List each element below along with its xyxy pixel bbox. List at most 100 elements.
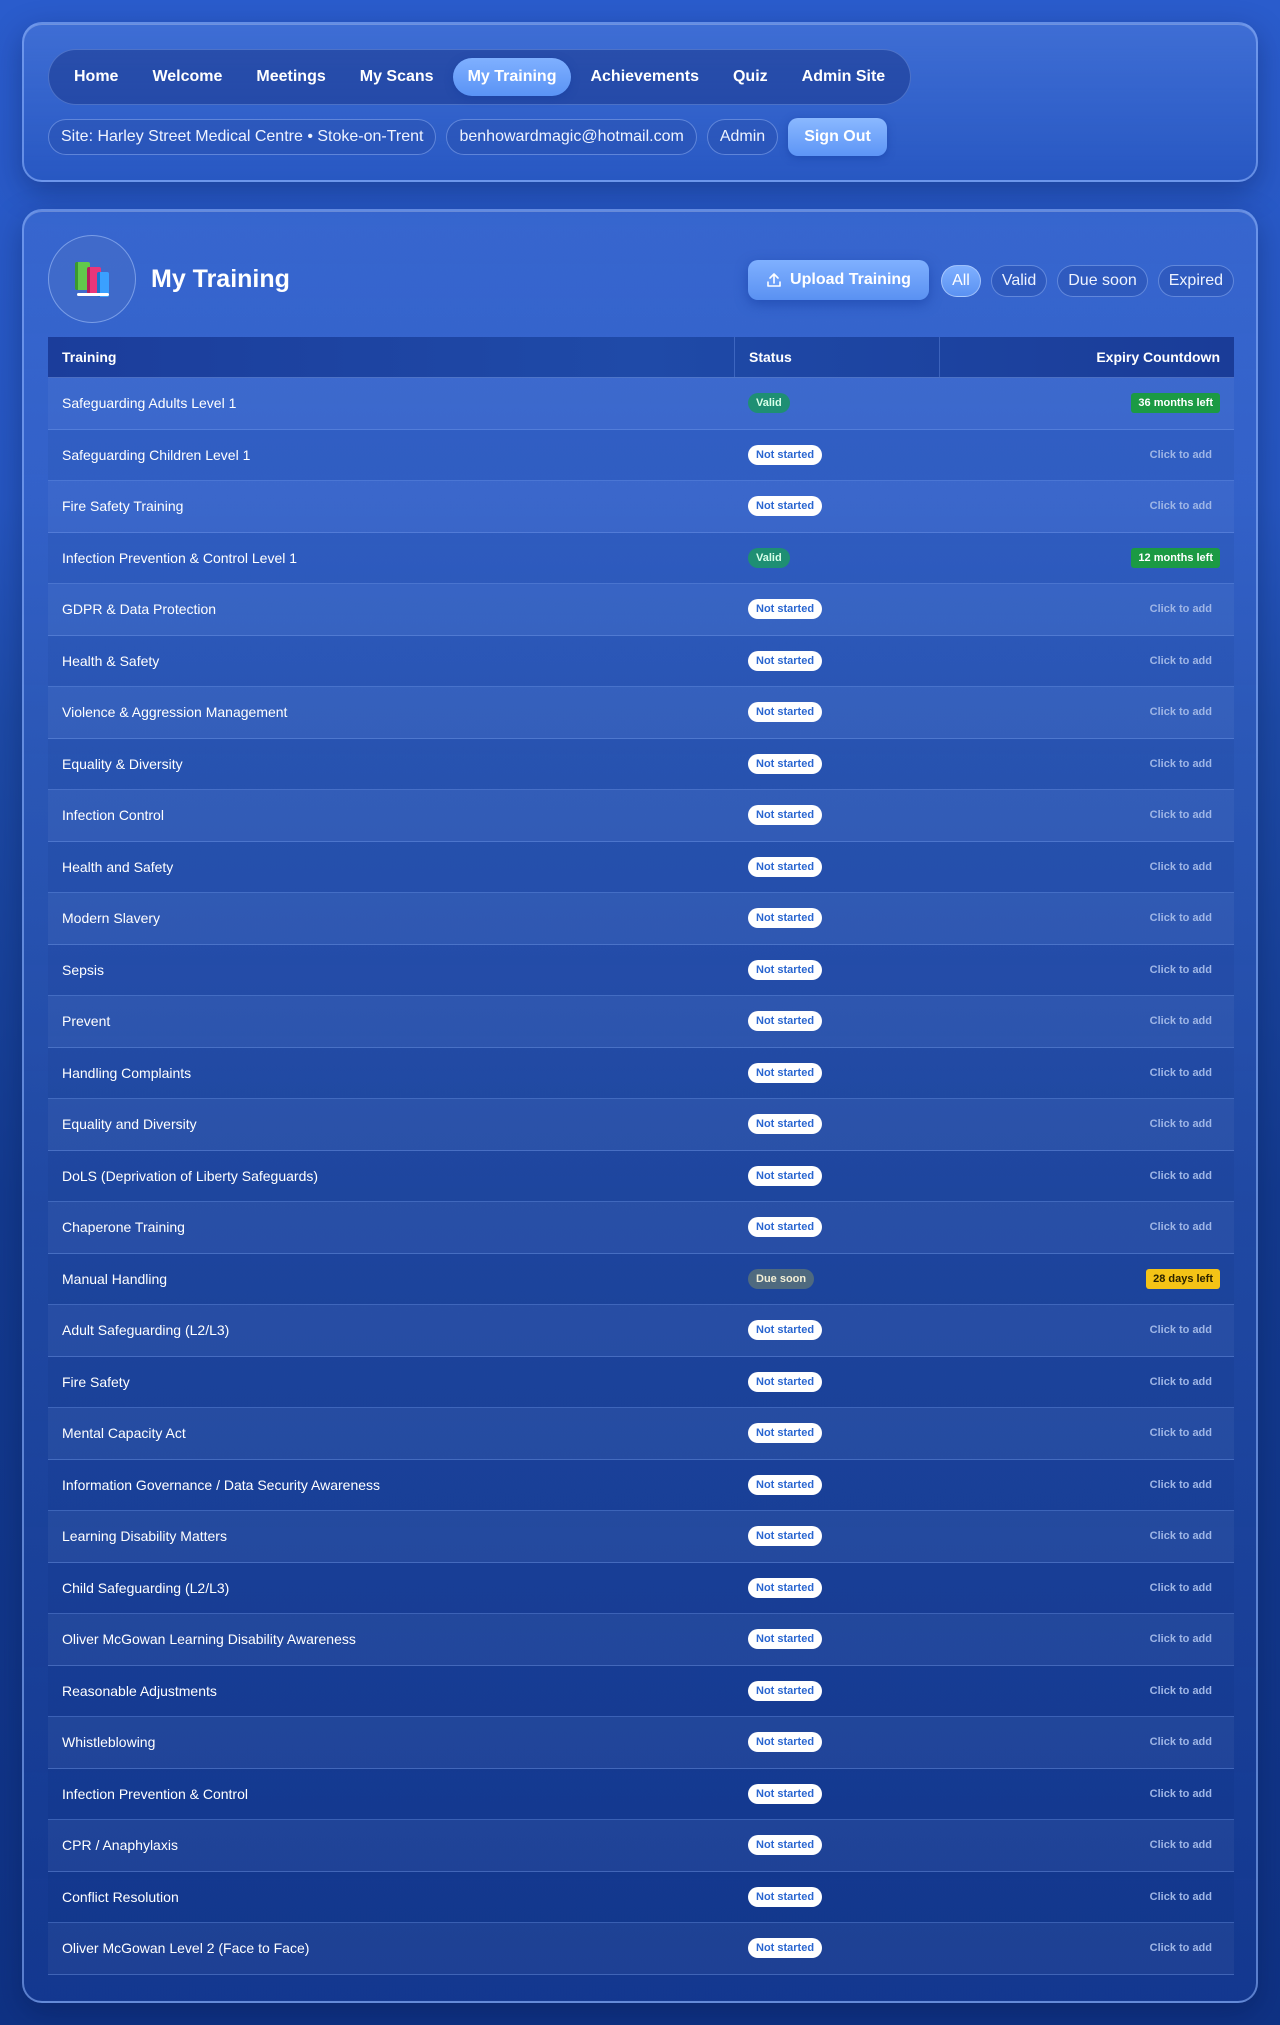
nav-achievements[interactable]: Achievements [575,58,714,96]
table-row[interactable]: Whistleblowing Not started Click to add [48,1717,1234,1769]
click-to-add-link[interactable]: Click to add [1150,1118,1220,1130]
sign-out-button[interactable]: Sign Out [788,118,887,156]
table-row[interactable]: Conflict Resolution Not started Click to a… [48,1871,1234,1923]
status-badge: Not started [748,908,823,929]
nav-my-scans[interactable]: My Scans [345,58,449,96]
expiry-cell: Click to add [940,1614,1234,1665]
table-row[interactable]: Violence & Aggression Management Not star… [48,687,1234,739]
status-badge: Not started [748,1474,823,1495]
status-cell: Not started [734,790,940,841]
click-to-add-link[interactable]: Click to add [1150,912,1220,924]
table-row[interactable]: Information Governance / Data Security A… [48,1459,1234,1511]
status-badge: Not started [748,1062,823,1083]
table-row[interactable]: Learning Disability Matters Not started Cl… [48,1511,1234,1563]
training-name: Prevent [62,1013,111,1030]
click-to-add-link[interactable]: Click to add [1150,1736,1220,1748]
table-row[interactable]: Oliver McGowan Level 2 (Face to Face) Not… [48,1923,1234,1975]
table-row[interactable]: Modern Slavery Not started Click to add [48,893,1234,945]
table-row[interactable]: Health and Safety Not started Click to add [48,841,1234,893]
table-row[interactable]: Child Safeguarding (L2/L3) Not started Cli… [48,1562,1234,1614]
status-cell: Not started [734,687,940,738]
table-row[interactable]: Equality and Diversity Not started Click t… [48,1099,1234,1151]
table-row[interactable]: Safeguarding Children Level 1 Not started… [48,429,1234,481]
table-row[interactable]: GDPR & Data Protection Not started Click t… [48,584,1234,636]
click-to-add-link[interactable]: Click to add [1150,964,1220,976]
table-row[interactable]: CPR / Anaphylaxis Not started Click to add [48,1820,1234,1872]
filter-valid[interactable]: Valid [990,265,1048,297]
click-to-add-link[interactable]: Click to add [1150,1685,1220,1697]
table-row[interactable]: Sepsis Not started Click to add [48,944,1234,996]
expiry-countdown-badge: 36 months left [1131,393,1220,414]
table-row[interactable]: DoLS (Deprivation of Liberty Safeguards)… [48,1150,1234,1202]
click-to-add-link[interactable]: Click to add [1150,1530,1220,1542]
table-header: Training Status Expiry Countdown [48,337,1234,378]
training-name: Child Safeguarding (L2/L3) [62,1579,230,1596]
table-row[interactable]: Safeguarding Adults Level 1 Valid 36 month… [48,378,1234,430]
click-to-add-link[interactable]: Click to add [1150,1479,1220,1491]
expiry-cell: 28 days left [940,1254,1234,1305]
filter-due-soon[interactable]: Due soon [1057,265,1148,297]
status-badge: Valid [748,547,790,568]
click-to-add-link[interactable]: Click to add [1150,809,1220,821]
status-cell: Valid [734,378,940,429]
training-name: Mental Capacity Act [62,1425,186,1442]
table-row[interactable]: Mental Capacity Act Not started Click to a… [48,1408,1234,1460]
status-cell: Not started [734,1202,940,1253]
expiry-cell: Click to add [940,1048,1234,1099]
table-row[interactable]: Fire Safety Training Not started Click to … [48,481,1234,533]
table-row[interactable]: Health & Safety Not started Click to add [48,635,1234,687]
click-to-add-link[interactable]: Click to add [1150,706,1220,718]
click-to-add-link[interactable]: Click to add [1150,1221,1220,1233]
column-header-training[interactable]: Training [48,337,734,377]
status-badge: Not started [748,599,823,620]
click-to-add-link[interactable]: Click to add [1150,1376,1220,1388]
table-row[interactable]: Adult Safeguarding (L2/L3) Not started Cli… [48,1305,1234,1357]
status-badge: Not started [748,1320,823,1341]
column-header-status[interactable]: Status [734,337,940,377]
click-to-add-link[interactable]: Click to add [1150,758,1220,770]
table-row[interactable]: Prevent Not started Click to add [48,996,1234,1048]
click-to-add-link[interactable]: Click to add [1150,1891,1220,1903]
click-to-add-link[interactable]: Click to add [1150,1839,1220,1851]
table-row[interactable]: Infection Prevention & Control Level 1 Va… [48,532,1234,584]
click-to-add-link[interactable]: Click to add [1150,1633,1220,1645]
click-to-add-link[interactable]: Click to add [1150,1067,1220,1079]
nav-my-training[interactable]: My Training [452,58,572,96]
training-name: Infection Prevention & Control Level 1 [62,549,298,566]
filter-expired[interactable]: Expired [1157,265,1234,297]
status-cell: Not started [734,1460,940,1511]
upload-training-button[interactable]: Upload Training [748,260,929,300]
table-row[interactable]: Infection Prevention & Control Not starte… [48,1768,1234,1820]
nav-welcome[interactable]: Welcome [137,58,237,96]
table-row[interactable]: Fire Safety Not started Click to add [48,1356,1234,1408]
table-row[interactable]: Reasonable Adjustments Not started Click t… [48,1665,1234,1717]
click-to-add-link[interactable]: Click to add [1150,603,1220,615]
table-row[interactable]: Handling Complaints Not started Click to a… [48,1047,1234,1099]
click-to-add-link[interactable]: Click to add [1150,1324,1220,1336]
table-row[interactable]: Oliver McGowan Learning Disability Aware… [48,1614,1234,1666]
table-row[interactable]: Infection Control Not started Click to add [48,790,1234,842]
click-to-add-link[interactable]: Click to add [1150,1942,1220,1954]
nav-quiz[interactable]: Quiz [718,58,783,96]
click-to-add-link[interactable]: Click to add [1150,1170,1220,1182]
filter-all[interactable]: All [941,265,981,297]
table-row[interactable]: Chaperone Training Not started Click to ad… [48,1202,1234,1254]
table-row[interactable]: Equality & Diversity Not started Click to … [48,738,1234,790]
nav-home[interactable]: Home [59,58,133,96]
nav-admin-site[interactable]: Admin Site [787,58,901,96]
click-to-add-link[interactable]: Click to add [1150,500,1220,512]
click-to-add-link[interactable]: Click to add [1150,1582,1220,1594]
status-cell: Not started [734,842,940,893]
click-to-add-link[interactable]: Click to add [1150,861,1220,873]
table-row[interactable]: Manual Handling Due soon 28 days left [48,1253,1234,1305]
click-to-add-link[interactable]: Click to add [1150,1427,1220,1439]
nav-meetings[interactable]: Meetings [241,58,340,96]
expiry-cell: Click to add [940,481,1234,532]
click-to-add-link[interactable]: Click to add [1150,449,1220,461]
click-to-add-link[interactable]: Click to add [1150,655,1220,667]
click-to-add-link[interactable]: Click to add [1150,1788,1220,1800]
click-to-add-link[interactable]: Click to add [1150,1015,1220,1027]
column-header-expiry[interactable]: Expiry Countdown [940,337,1234,377]
status-badge: Not started [748,1835,823,1856]
status-cell: Not started [734,996,940,1047]
